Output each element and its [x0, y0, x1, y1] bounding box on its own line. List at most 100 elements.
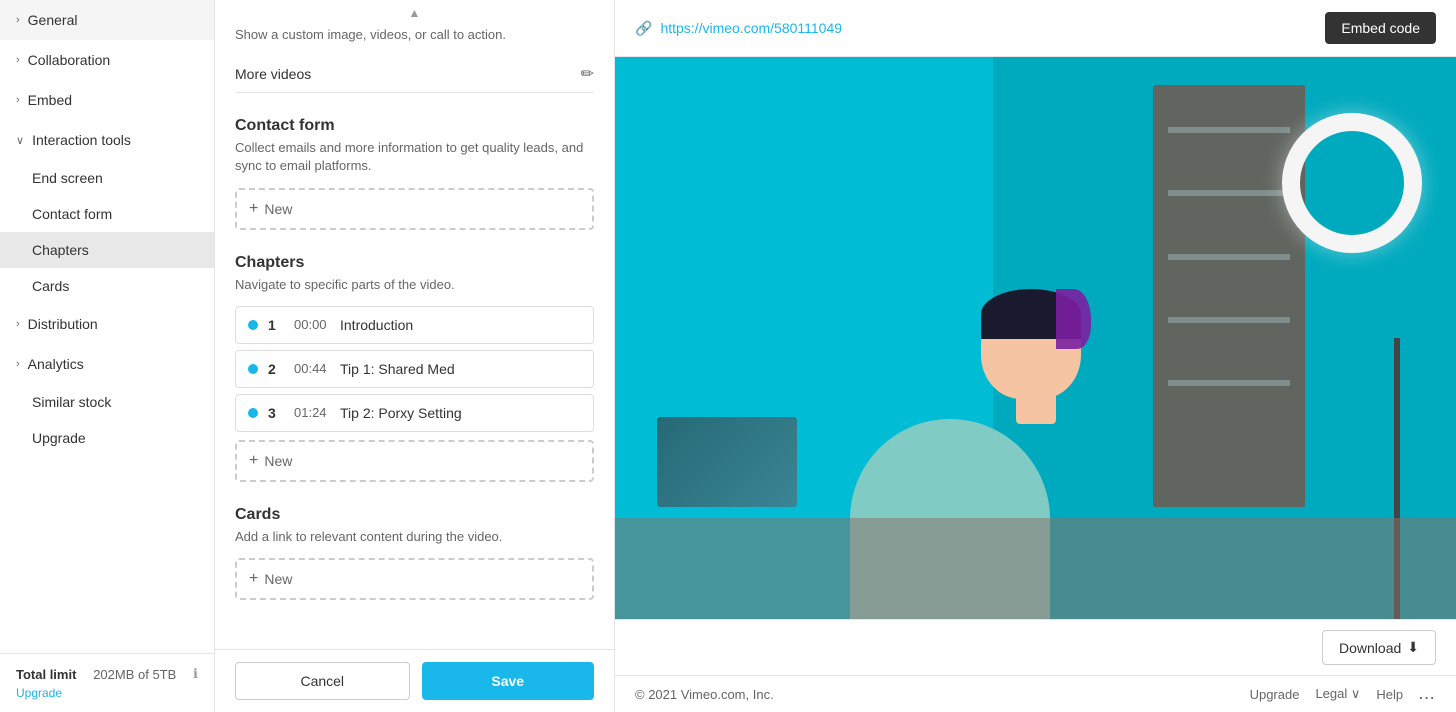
cards-section: Cards Add a link to relevant content dur… [235, 506, 594, 600]
total-limit-label: Total limit [16, 667, 76, 682]
chapter-item[interactable]: 2 00:44 Tip 1: Shared Med [235, 350, 594, 388]
chapters-desc: Navigate to specific parts of the video. [235, 276, 594, 294]
new-button-label: New [264, 571, 292, 587]
embed-code-button[interactable]: Embed code [1325, 12, 1436, 44]
desk [615, 518, 1456, 619]
end-screen-section: Show a custom image, videos, or call to … [235, 26, 594, 93]
sidebar-item-label: Interaction tools [32, 132, 131, 148]
chapters-new-button[interactable]: + New [235, 440, 594, 482]
chapter-time: 00:00 [294, 317, 330, 332]
sidebar-item-label: Analytics [28, 356, 84, 372]
chapter-dot [248, 320, 258, 330]
scroll-up-arrow-icon: ▲ [409, 6, 421, 20]
chapter-dot [248, 364, 258, 374]
cards-new-button[interactable]: + New [235, 558, 594, 600]
video-thumbnail [615, 57, 1456, 619]
chapter-dot [248, 408, 258, 418]
sidebar-sub-item-label: Cards [32, 278, 69, 294]
monitor [657, 417, 797, 507]
chevron-right-icon: › [16, 358, 20, 370]
download-icon: ⬇ [1407, 639, 1419, 656]
sidebar-sub-item-label: End screen [32, 170, 103, 186]
cards-title: Cards [235, 506, 594, 524]
scroll-up-indicator: ▲ [235, 0, 594, 26]
bottom-bar: Cancel Save [215, 649, 614, 712]
sidebar-item-upgrade[interactable]: Upgrade [0, 420, 214, 456]
chapter-number: 3 [268, 405, 284, 421]
plus-icon: + [249, 452, 258, 470]
more-videos-label: More videos [235, 66, 311, 82]
chapter-number: 2 [268, 361, 284, 377]
sidebar-item-analytics[interactable]: › Analytics [0, 344, 214, 384]
legal-label: Legal [1315, 686, 1347, 701]
contact-form-desc: Collect emails and more information to g… [235, 139, 594, 175]
right-top-bar: 🔗 https://vimeo.com/580111049 Embed code [615, 0, 1456, 57]
right-bottom-bar: Download ⬇ [615, 619, 1456, 675]
chapter-time: 01:24 [294, 405, 330, 420]
chapter-name: Introduction [340, 317, 413, 333]
download-label: Download [1339, 640, 1401, 656]
contact-form-new-button[interactable]: + New [235, 188, 594, 230]
sidebar-sub-item-label: Contact form [32, 206, 112, 222]
end-screen-desc: Show a custom image, videos, or call to … [235, 26, 594, 44]
sidebar-item-label: Collaboration [28, 52, 111, 68]
chapter-item[interactable]: 1 00:00 Introduction [235, 306, 594, 344]
sidebar-item-interaction-tools[interactable]: ∨ Interaction tools [0, 120, 214, 160]
plus-icon: + [249, 200, 258, 218]
chevron-right-icon: › [16, 54, 20, 66]
footer-bar: © 2021 Vimeo.com, Inc. Upgrade Legal ∨ H… [615, 675, 1456, 712]
sidebar: › General › Collaboration › Embed ∨ Inte… [0, 0, 215, 712]
sidebar-sub-item-chapters[interactable]: Chapters [0, 232, 214, 268]
sidebar-item-embed[interactable]: › Embed [0, 80, 214, 120]
chapters-section: Chapters Navigate to specific parts of t… [235, 254, 594, 482]
chapters-title: Chapters [235, 254, 594, 272]
info-icon: ℹ [193, 666, 198, 682]
middle-content: ▲ Show a custom image, videos, or call t… [215, 0, 614, 649]
sidebar-sub-item-label: Chapters [32, 242, 89, 258]
footer-links: Upgrade Legal ∨ Help ... [1250, 686, 1436, 702]
sidebar-sub-item-cards[interactable]: Cards [0, 268, 214, 304]
upgrade-footer-link[interactable]: Upgrade [1250, 687, 1300, 702]
new-button-label: New [264, 201, 292, 217]
cancel-button[interactable]: Cancel [235, 662, 410, 700]
chapter-item[interactable]: 3 01:24 Tip 2: Porxy Setting [235, 394, 594, 432]
sidebar-item-similar-stock[interactable]: Similar stock [0, 384, 214, 420]
save-button[interactable]: Save [422, 662, 595, 700]
sidebar-item-label: General [28, 12, 78, 28]
ring-light [1282, 113, 1422, 253]
chevron-down-icon: ∨ [16, 134, 24, 147]
cards-desc: Add a link to relevant content during th… [235, 528, 594, 546]
download-button[interactable]: Download ⬇ [1322, 630, 1436, 665]
chapter-name: Tip 2: Porxy Setting [340, 405, 462, 421]
sidebar-item-label: Upgrade [32, 430, 86, 446]
chevron-down-icon: ∨ [1351, 686, 1361, 701]
storage-value: 202MB of 5TB [93, 667, 176, 682]
legal-footer-link[interactable]: Legal ∨ [1315, 686, 1360, 702]
sidebar-item-distribution[interactable]: › Distribution [0, 304, 214, 344]
sidebar-item-label: Similar stock [32, 394, 111, 410]
right-panel: 🔗 https://vimeo.com/580111049 Embed code [615, 0, 1456, 712]
sidebar-footer: Total limit 202MB of 5TB ℹ Upgrade [0, 653, 214, 712]
upgrade-link[interactable]: Upgrade [16, 686, 198, 700]
link-icon: 🔗 [635, 20, 652, 37]
video-url-text: https://vimeo.com/580111049 [660, 20, 842, 36]
video-url-link[interactable]: 🔗 https://vimeo.com/580111049 [635, 20, 842, 37]
new-button-label: New [264, 453, 292, 469]
sidebar-item-label: Distribution [28, 316, 98, 332]
copyright-text: © 2021 Vimeo.com, Inc. [635, 687, 774, 702]
chapter-time: 00:44 [294, 361, 330, 376]
edit-icon[interactable]: ✏ [581, 64, 594, 84]
sidebar-sub-item-contact-form[interactable]: Contact form [0, 196, 214, 232]
sidebar-sub-item-end-screen[interactable]: End screen [0, 160, 214, 196]
person-head [981, 289, 1081, 399]
help-footer-link[interactable]: Help [1376, 687, 1403, 702]
middle-panel: ▲ Show a custom image, videos, or call t… [215, 0, 615, 712]
sidebar-item-label: Embed [28, 92, 72, 108]
more-options-icon[interactable]: ... [1419, 687, 1436, 702]
chapter-name: Tip 1: Shared Med [340, 361, 455, 377]
chevron-right-icon: › [16, 94, 20, 106]
sidebar-item-collaboration[interactable]: › Collaboration [0, 40, 214, 80]
plus-icon: + [249, 570, 258, 588]
chapter-number: 1 [268, 317, 284, 333]
sidebar-item-general[interactable]: › General [0, 0, 214, 40]
